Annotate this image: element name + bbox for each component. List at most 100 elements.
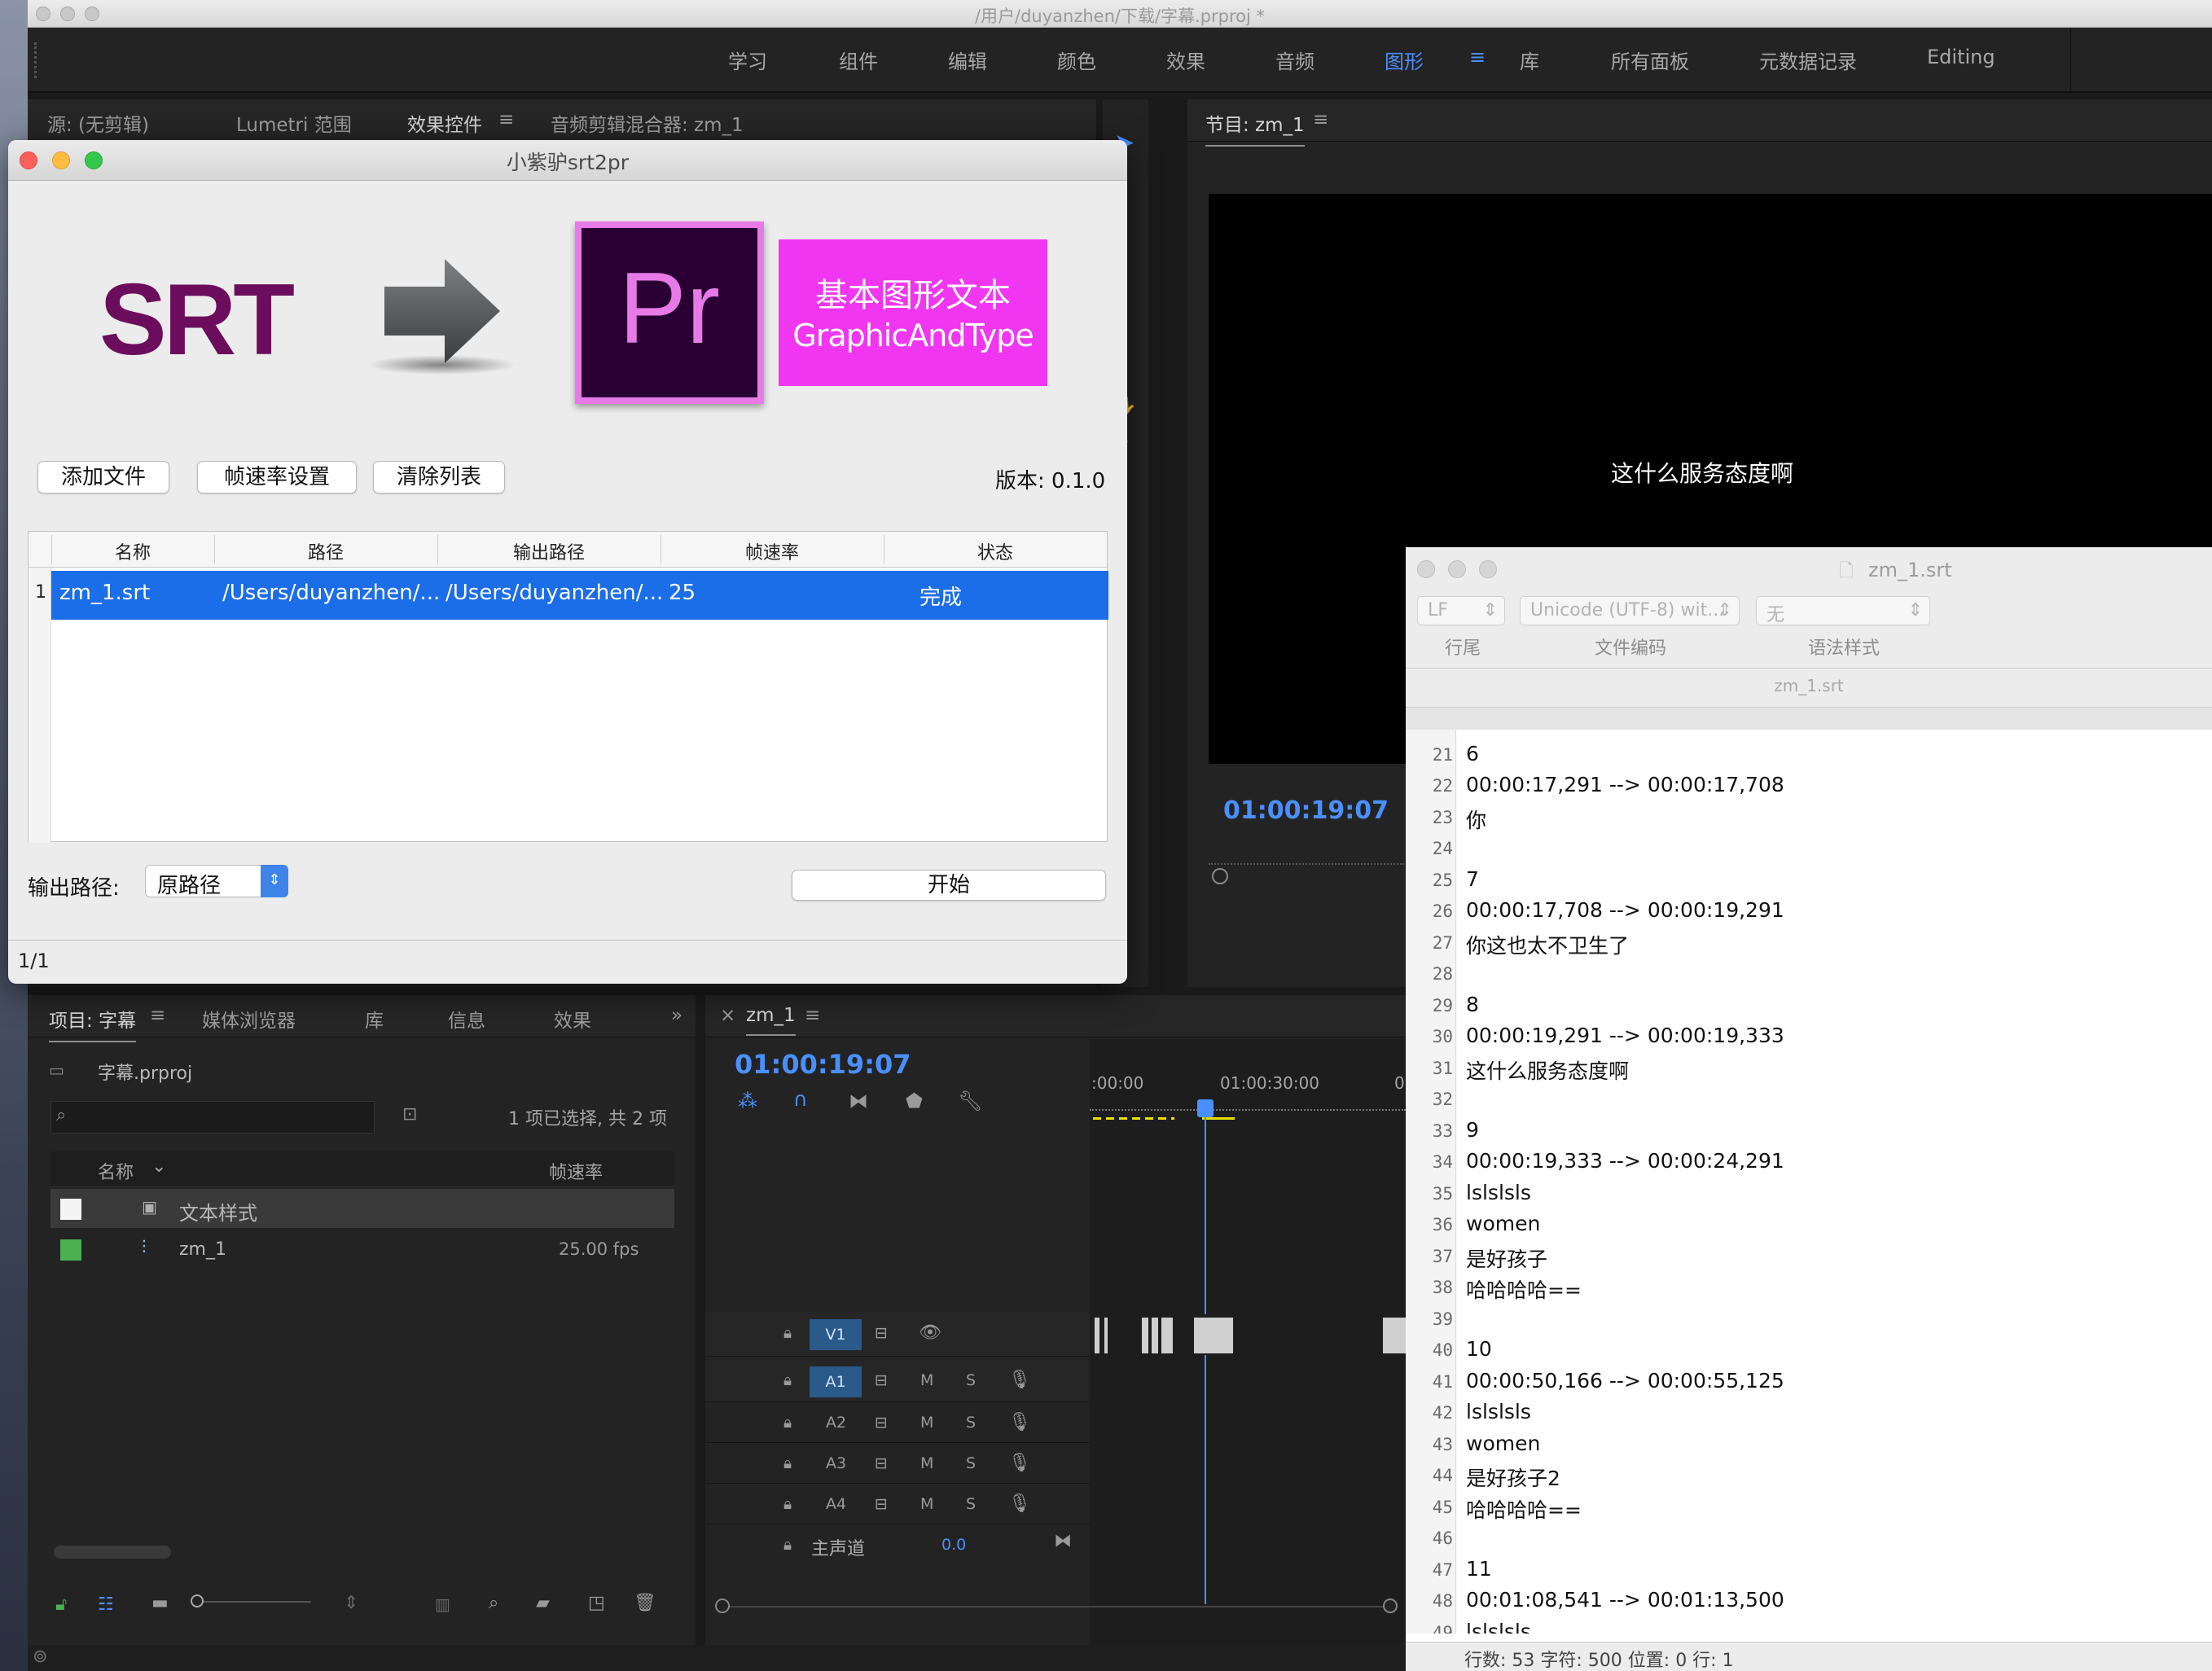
sync-lock-icon[interactable]: ⊟ <box>875 1495 888 1513</box>
workspace-libraries[interactable]: 库 <box>1520 46 1539 74</box>
work-area-bar[interactable] <box>1093 1117 1174 1120</box>
sync-lock-icon[interactable]: ⊟ <box>875 1371 888 1389</box>
output-path-select[interactable]: 原路径 ⇕ <box>145 865 288 898</box>
solo-button[interactable]: S <box>966 1414 976 1432</box>
microphone-icon[interactable]: 🎙︎ <box>1008 1453 1031 1473</box>
clip[interactable] <box>1142 1318 1148 1353</box>
playhead-handle-icon[interactable] <box>1212 868 1228 884</box>
table-row[interactable]: zm_1.srt /Users/duyanzhen/... /Users/duy… <box>51 571 1108 620</box>
zoom-slider-handle-icon[interactable] <box>191 1594 204 1607</box>
clear-list-button[interactable]: 清除列表 <box>373 461 505 493</box>
editor-close-button[interactable] <box>1417 560 1435 578</box>
program-ruler[interactable] <box>1209 850 1404 865</box>
tabs-overflow-icon[interactable]: » <box>671 1005 682 1026</box>
work-area-bar[interactable] <box>1202 1117 1235 1120</box>
fps-settings-button[interactable]: 帧速率设置 <box>197 461 357 493</box>
v1-track-lane[interactable] <box>1091 1314 1406 1355</box>
tab-libraries[interactable]: 库 <box>365 1005 384 1033</box>
tab-info[interactable]: 信息 <box>448 1005 485 1033</box>
track-target-a4[interactable]: A4 <box>826 1495 846 1513</box>
icon-view-icon[interactable]: ▬ <box>151 1593 169 1613</box>
sync-lock-icon[interactable]: ⊟ <box>875 1414 888 1432</box>
clip[interactable] <box>1161 1318 1173 1353</box>
solo-button[interactable]: S <box>966 1495 976 1513</box>
project-item-row[interactable]: ▣ 文本样式 <box>50 1189 674 1228</box>
creative-cloud-icon[interactable]: ⊚ <box>33 1647 47 1667</box>
tab-effect-controls[interactable]: 效果控件 <box>407 109 482 147</box>
horizontal-scrollbar[interactable] <box>54 1546 171 1559</box>
automate-icon[interactable]: ▥ <box>435 1594 450 1614</box>
editor-zoom-button[interactable] <box>1479 560 1497 578</box>
start-button[interactable]: 开始 <box>792 870 1106 901</box>
workspace-editing-en[interactable]: Editing <box>1927 46 1995 68</box>
track-lock-icon[interactable]: 🔒︎ <box>783 1495 792 1513</box>
tab-sequence[interactable]: zm_1 <box>746 1005 796 1036</box>
track-lock-icon[interactable]: 🔒︎ <box>783 1536 792 1554</box>
time-ruler[interactable] <box>1090 1101 1406 1111</box>
workspace-color[interactable]: 颜色 <box>1057 46 1096 74</box>
linked-selection-icon[interactable]: ⧓ <box>849 1090 868 1112</box>
track-lock-icon[interactable]: 🔒︎ <box>783 1371 792 1389</box>
mute-button[interactable]: M <box>920 1371 933 1389</box>
workspace-graphics[interactable]: 图形 <box>1385 46 1424 74</box>
tab-menu-icon[interactable]: ≡ <box>498 109 514 130</box>
snap-magnet-icon[interactable]: ∩ <box>793 1088 808 1111</box>
mute-button[interactable]: M <box>920 1495 933 1513</box>
workspace-assembly[interactable]: 组件 <box>839 46 878 74</box>
mute-button[interactable]: M <box>920 1454 933 1472</box>
tab-effects[interactable]: 效果 <box>554 1005 591 1033</box>
go-to-out-icon[interactable]: ⧓ <box>1054 1531 1072 1551</box>
line-ending-select[interactable]: LF ⇕ <box>1417 596 1505 625</box>
column-name[interactable]: 名称 <box>98 1158 134 1184</box>
project-search-input[interactable]: ⌕ <box>50 1101 375 1134</box>
column-path[interactable]: 路径 <box>214 538 437 564</box>
close-sequence-icon[interactable]: × <box>720 1005 735 1026</box>
clip[interactable] <box>1095 1318 1099 1353</box>
microphone-icon[interactable]: 🎙︎ <box>1008 1370 1031 1390</box>
zoom-slider[interactable] <box>191 1594 311 1607</box>
list-view-icon[interactable]: ☷ <box>98 1594 114 1615</box>
sort-icon[interactable]: ⇕ <box>344 1593 358 1613</box>
timeline-timecode[interactable]: 01:00:19:07 <box>735 1049 911 1080</box>
program-monitor-title[interactable]: 节目: zm_1 <box>1205 109 1305 147</box>
timeline-menu-icon[interactable]: ≡ <box>805 1005 820 1026</box>
workspace-all-panels[interactable]: 所有面板 <box>1611 46 1689 74</box>
track-lock-icon[interactable]: 🔒︎ <box>783 1324 792 1342</box>
new-bin-icon[interactable]: ▰ <box>536 1593 550 1613</box>
program-menu-icon[interactable]: ≡ <box>1313 109 1328 130</box>
sync-lock-icon[interactable]: ⊟ <box>875 1454 888 1472</box>
master-volume-value[interactable]: 0.0 <box>941 1536 966 1554</box>
find-icon[interactable]: ⌕ <box>489 1593 498 1613</box>
track-target-a1[interactable]: A1 <box>810 1366 862 1397</box>
column-fps[interactable]: 帧速率 <box>549 1158 603 1184</box>
solo-button[interactable]: S <box>966 1454 976 1472</box>
microphone-icon[interactable]: 🎙︎ <box>1008 1493 1031 1514</box>
tab-source[interactable]: 源: (无剪辑) <box>47 109 149 137</box>
solo-button[interactable]: S <box>966 1371 976 1389</box>
sort-chevron-icon[interactable]: ⌄ <box>151 1156 166 1177</box>
clip[interactable] <box>1383 1318 1406 1353</box>
column-fps[interactable]: 帧速率 <box>661 538 884 564</box>
add-file-button[interactable]: 添加文件 <box>37 461 169 493</box>
project-item-row[interactable]: ⫶ zm_1 25.00 fps <box>50 1230 674 1269</box>
program-timecode[interactable]: 01:00:19:07 <box>1223 796 1389 825</box>
microphone-icon[interactable]: 🎙︎ <box>1008 1412 1031 1432</box>
syntax-select[interactable]: 无 ⇕ <box>1756 596 1930 625</box>
track-target-a2[interactable]: A2 <box>826 1414 846 1432</box>
workspace-audio[interactable]: 音频 <box>1275 46 1314 74</box>
scroll-handle-icon[interactable] <box>715 1599 730 1613</box>
nest-toggle-icon[interactable]: ⁂ <box>738 1090 757 1112</box>
drag-grip-icon[interactable] <box>34 42 37 78</box>
clip[interactable] <box>1152 1318 1158 1353</box>
tab-lumetri-scopes[interactable]: Lumetri 范围 <box>236 109 352 137</box>
playhead-icon[interactable] <box>1197 1099 1214 1117</box>
column-name[interactable]: 名称 <box>51 538 214 564</box>
editor-minimize-button[interactable] <box>1448 560 1466 578</box>
tab-project[interactable]: 项目: 字幕 <box>49 1005 137 1042</box>
tab-audio-mixer[interactable]: 音频剪辑混合器: zm_1 <box>551 109 744 137</box>
track-target-v1[interactable]: V1 <box>810 1319 862 1350</box>
workspace-menu-icon[interactable]: ≡ <box>1469 46 1486 68</box>
column-output-path[interactable]: 输出路径 <box>437 538 661 564</box>
scroll-handle-icon[interactable] <box>1383 1599 1398 1613</box>
tab-project-menu-icon[interactable]: ≡ <box>150 1005 165 1026</box>
